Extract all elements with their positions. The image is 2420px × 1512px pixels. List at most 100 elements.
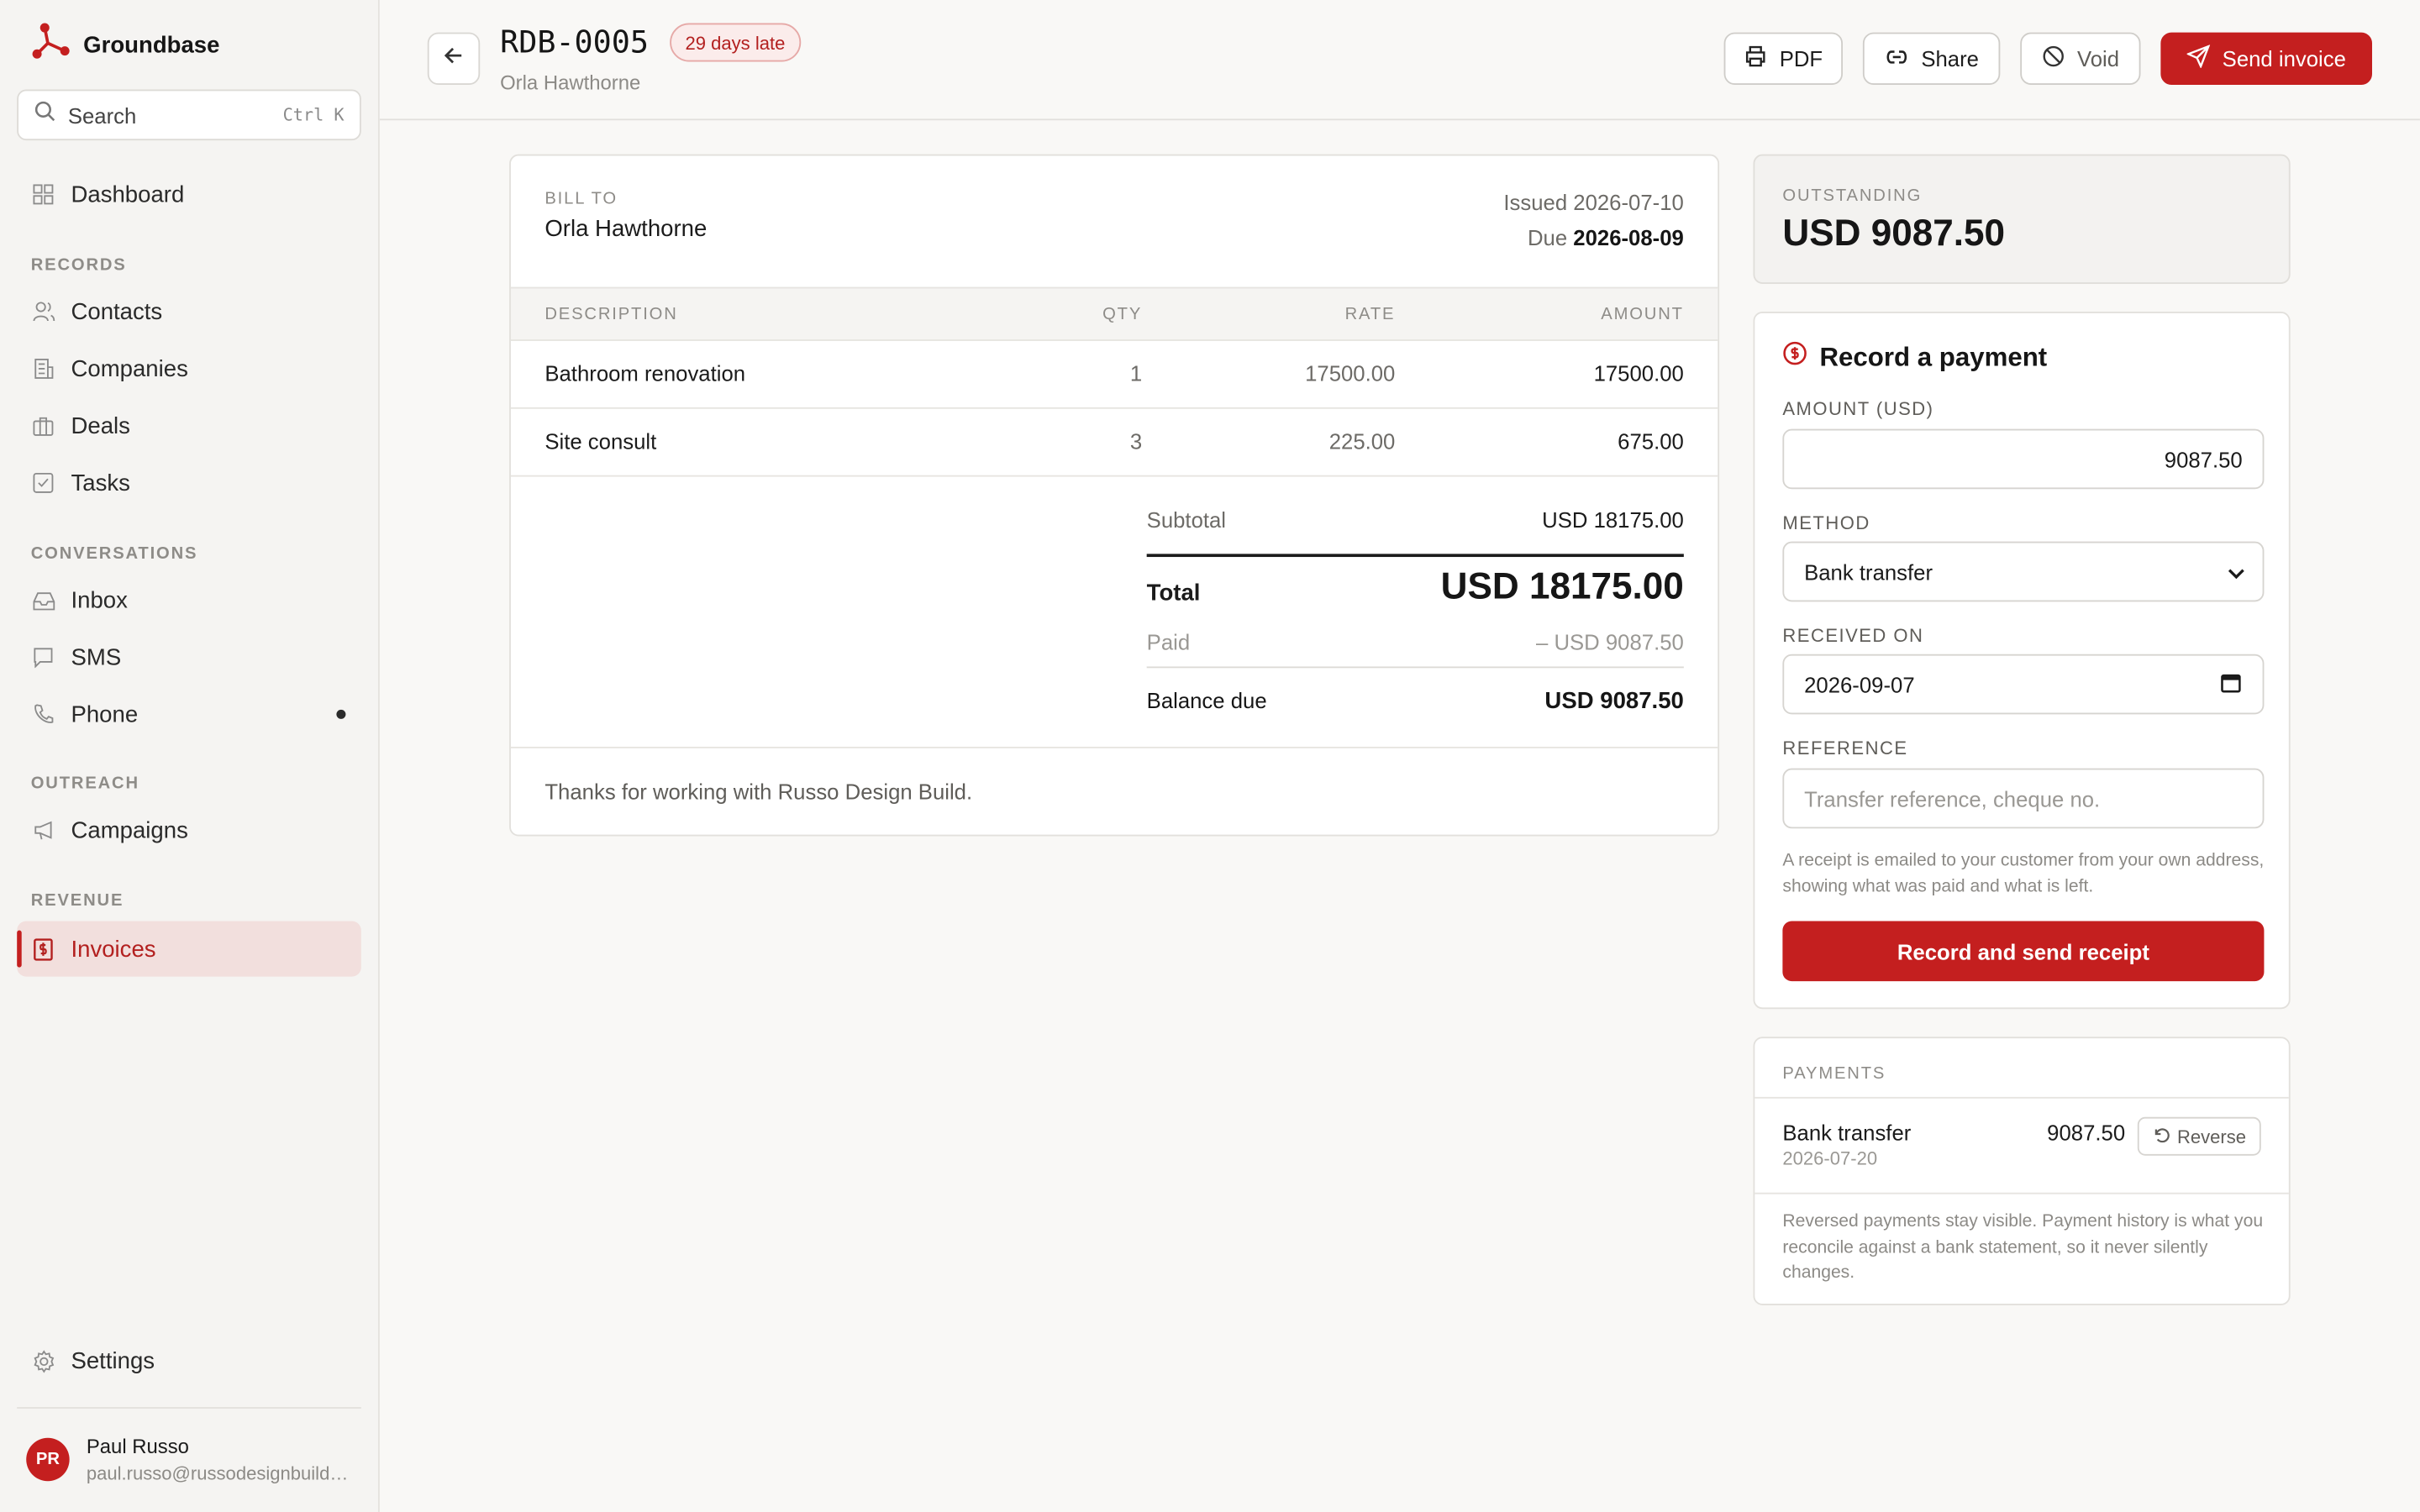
- line-amount: 17500.00: [1593, 360, 1684, 386]
- message-icon: [31, 645, 55, 669]
- nav-contacts[interactable]: Contacts: [17, 284, 361, 339]
- pdf-label: PDF: [1779, 46, 1823, 71]
- invoice-icon: [31, 937, 55, 961]
- col-description: DESCRIPTION: [544, 305, 678, 324]
- avatar: PR: [26, 1437, 70, 1482]
- outstanding-label: OUTSTANDING: [1782, 186, 1923, 206]
- share-button[interactable]: Share: [1862, 32, 2001, 86]
- app-name: Groundbase: [83, 32, 220, 59]
- nav-inbox-label: Inbox: [71, 586, 128, 614]
- app-root: Groundbase Search Ctrl K Dashboard RECOR…: [0, 0, 2420, 1512]
- chevron-down-icon: [2227, 559, 2245, 584]
- nav-deals-label: Deals: [71, 412, 130, 439]
- send-icon: [2186, 45, 2211, 72]
- user-menu[interactable]: PR Paul Russo paul.russo@russodesignbuil…: [26, 1435, 352, 1484]
- record-and-send-button[interactable]: Record and send receipt: [1782, 921, 2265, 982]
- user-info: Paul Russo paul.russo@russodesignbuild.c…: [87, 1435, 352, 1484]
- nav-phone[interactable]: Phone: [17, 686, 361, 742]
- section-outreach: OUTREACH: [30, 774, 139, 794]
- phone-icon: [31, 702, 55, 727]
- checkbox-icon: [31, 470, 55, 495]
- record-payment-form: Record a payment AMOUNT (USD) 9087.50 ME…: [1753, 312, 2291, 1010]
- paid-label: Paid: [1146, 629, 1191, 654]
- table-row: Bathroom renovation 1 17500.00 17500.00: [510, 341, 1718, 409]
- nav-dashboard[interactable]: Dashboard: [17, 166, 361, 222]
- section-conversations: CONVERSATIONS: [30, 544, 198, 564]
- pdf-button[interactable]: PDF: [1723, 32, 1844, 86]
- invoice-footer-note: Thanks for working with Russo Design Bui…: [510, 746, 1718, 837]
- method-select[interactable]: Bank transfer: [1782, 541, 2265, 602]
- bill-to-name: Orla Hawthorne: [544, 216, 708, 243]
- inbox-icon: [31, 588, 55, 612]
- amount-field[interactable]: 9087.50: [1782, 428, 2265, 490]
- due-date: Due 2026-08-09: [1528, 225, 1684, 249]
- send-invoice-button[interactable]: Send invoice: [2160, 32, 2373, 86]
- invoice-card: BILL TO Orla Hawthorne Issued 2026-07-10…: [509, 154, 1720, 837]
- reverse-button[interactable]: Reverse: [2137, 1116, 2261, 1156]
- nav-companies[interactable]: Companies: [17, 341, 361, 396]
- gear-icon: [31, 1348, 55, 1373]
- nav-campaigns[interactable]: Campaigns: [17, 802, 361, 858]
- nav-invoices[interactable]: Invoices: [17, 921, 361, 977]
- col-qty: QTY: [1102, 305, 1143, 324]
- received-date-field[interactable]: 2026-09-07: [1782, 654, 2265, 715]
- receipt-help-text: A receipt is emailed to your customer fr…: [1782, 851, 2265, 896]
- nav-tasks[interactable]: Tasks: [17, 455, 361, 511]
- reference-field[interactable]: Transfer reference, cheque no.: [1782, 768, 2265, 829]
- table-header: DESCRIPTION QTY RATE AMOUNT: [510, 286, 1718, 341]
- section-revenue: REVENUE: [30, 891, 124, 911]
- nav-sms[interactable]: SMS: [17, 629, 361, 685]
- briefcase-icon: [31, 413, 55, 438]
- reference-label: REFERENCE: [1782, 737, 1908, 759]
- payments-label: PAYMENTS: [1782, 1064, 1886, 1084]
- share-label: Share: [1921, 46, 1979, 71]
- received-value: 2026-09-07: [1804, 671, 1915, 697]
- line-rate: 17500.00: [1305, 360, 1396, 386]
- search-shortcut: Ctrl K: [282, 104, 345, 125]
- dollar-circle-icon: [1782, 341, 1807, 374]
- nav-settings[interactable]: Settings: [17, 1333, 361, 1389]
- nav-invoices-label: Invoices: [71, 935, 156, 963]
- paid-value: – USD 9087.50: [1536, 629, 1684, 654]
- brand[interactable]: Groundbase: [31, 22, 220, 70]
- logo-icon: [31, 22, 71, 70]
- payment-method: Bank transfer: [1782, 1120, 1912, 1145]
- user-email: paul.russo@russodesignbuild.com: [86, 1462, 352, 1484]
- users-icon: [31, 299, 55, 323]
- nav-deals[interactable]: Deals: [17, 398, 361, 454]
- amount-value: 9087.50: [2164, 446, 2243, 472]
- undo-icon: [2153, 1126, 2170, 1147]
- topbar: RDB-0005 29 days late Orla Hawthorne PDF…: [379, 0, 2420, 121]
- payment-date: 2026-07-20: [1782, 1147, 1878, 1170]
- reverse-label: Reverse: [2176, 1125, 2247, 1147]
- payments-card: PAYMENTS Bank transfer 2026-07-20 9087.5…: [1753, 1037, 2291, 1305]
- ban-icon: [2042, 45, 2065, 72]
- amount-label: AMOUNT (USD): [1782, 397, 1934, 420]
- total-row: Total USD 18175.00: [1147, 566, 1684, 618]
- nav-campaigns-label: Campaigns: [71, 816, 188, 843]
- user-name: Paul Russo: [86, 1435, 189, 1458]
- list-item: Bank transfer 2026-07-20 9087.50 Reverse: [1754, 1099, 2289, 1194]
- method-label: METHOD: [1782, 512, 1870, 534]
- subtotal-label: Subtotal: [1146, 507, 1227, 533]
- balance-label: Balance due: [1146, 688, 1267, 713]
- search-icon: [34, 100, 55, 129]
- printer-icon: [1744, 45, 1767, 72]
- back-button[interactable]: [427, 32, 481, 86]
- total-value: USD 18175.00: [1440, 566, 1684, 608]
- record-payment-heading: Record a payment: [1819, 341, 2048, 371]
- status-badge: 29 days late: [670, 23, 801, 62]
- nav-inbox[interactable]: Inbox: [17, 572, 361, 627]
- void-button[interactable]: Void: [2020, 32, 2141, 86]
- nav-contacts-label: Contacts: [71, 298, 163, 325]
- nav-sms-label: SMS: [71, 643, 122, 671]
- balance-value: USD 9087.50: [1544, 688, 1684, 715]
- calendar-icon[interactable]: [2221, 672, 2241, 696]
- megaphone-icon: [31, 817, 55, 842]
- line-qty: 1: [1129, 360, 1143, 386]
- total-label: Total: [1146, 580, 1201, 606]
- link-icon: [1884, 46, 1908, 71]
- search-input[interactable]: Search Ctrl K: [17, 89, 361, 141]
- totals-rule: [1146, 554, 1684, 558]
- line-rate: 225.00: [1328, 428, 1396, 454]
